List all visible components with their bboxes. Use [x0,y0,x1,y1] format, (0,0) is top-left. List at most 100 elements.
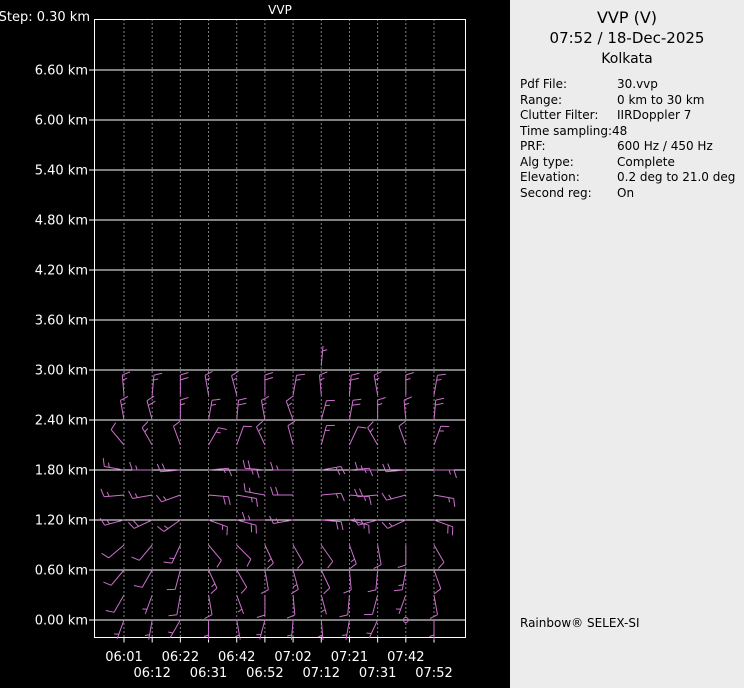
wind-barb [242,512,265,520]
site-name: Kolkata [510,51,744,67]
wind-barb [434,374,446,395]
info-row: Pdf File:30.vvp [520,77,744,93]
wind-barb [287,620,293,640]
wind-barb [129,491,153,498]
y-axis-label: 2.40 km [35,414,88,429]
y-axis-label: 1.20 km [35,514,88,529]
wind-barb [100,518,124,525]
wind-barb [430,595,437,619]
wind-barb [318,620,323,640]
info-value: 30.vvp [617,77,744,93]
wind-barb [209,545,222,567]
wind-barb [382,520,406,528]
wind-barb [257,595,265,618]
wind-barb [265,545,273,569]
wind-barb [321,493,344,501]
wind-barb [174,421,181,445]
wind-barb [399,421,406,445]
wind-barb [378,398,386,421]
wind-barb [321,400,335,420]
wind-barb [349,373,359,395]
wind-barb [406,373,414,396]
wind-barb [374,371,381,395]
wind-barb [321,467,345,475]
wind-barb [237,470,259,478]
wind-barb [349,520,369,534]
wind-barb [368,570,378,592]
wind-barb [320,372,328,395]
x-axis-label: 07:21 [331,650,368,665]
wind-barb [434,426,449,445]
y-axis-label: 1.80 km [35,464,88,479]
wind-barb [434,545,444,568]
y-axis-label: 6.60 km [35,64,88,79]
wind-barb [102,545,124,558]
info-label: PRF: [520,139,617,155]
y-axis-label: 3.00 km [35,364,88,379]
wind-barb [287,595,295,618]
wind-barb [434,470,457,478]
wind-barb [321,570,329,594]
x-axis-label: 07:52 [415,666,452,681]
x-axis-label: 07:12 [303,666,340,681]
info-value: IIRDoppler 7 [617,108,744,124]
wind-barb [157,520,180,531]
wind-barb [130,462,153,470]
info-label: Elevation: [520,170,617,186]
wind-barb [237,426,252,445]
wind-barb [265,373,273,396]
wind-barb [237,545,251,567]
wind-barb [142,595,152,614]
wind-barb [321,545,332,568]
x-axis-label: 07:02 [274,650,311,665]
wind-barb [349,427,366,445]
info-row: Range:0 km to 30 km [520,93,744,109]
product-info-list: Pdf File:30.vvpRange:0 km to 30 kmClutte… [520,77,744,201]
wind-barb [434,520,453,535]
info-value: On [617,186,744,202]
wind-barb [232,371,239,395]
vvp-product-window: 6.60 km6.00 km5.40 km4.80 km4.20 km3.60 … [0,0,744,688]
wind-barb [106,595,124,612]
wind-barb [101,489,124,497]
wind-barb [349,399,361,420]
wind-barb [237,595,244,614]
wind-barb [209,468,232,476]
step-label: Step: 0.30 km [0,10,90,25]
wind-barb [147,396,155,420]
info-label: Range: [520,93,617,109]
wind-profile-plot: 6.60 km6.00 km5.40 km4.80 km4.20 km3.60 … [0,0,510,688]
wind-barb [368,422,378,445]
wind-barb [367,620,378,638]
wind-barb [383,464,406,472]
x-axis-label: 06:52 [246,666,283,681]
info-value: 0.2 deg to 21.0 deg [617,170,744,186]
wind-barb [142,422,152,445]
x-axis-label: 06:22 [162,650,199,665]
wind-barb [103,570,124,585]
wind-barb [256,421,264,445]
wind-barb [205,371,212,395]
x-axis-label: 07:42 [387,650,424,665]
wind-barb [103,458,124,470]
product-datetime: 07:52 / 18-Dec-2025 [510,29,744,47]
wind-barb [342,620,349,640]
wind-barb [132,545,153,560]
wind-barb [321,595,326,614]
wind-barb [374,545,381,569]
info-row: Alg type:Complete [520,155,744,171]
x-axis-label: 06:12 [133,666,170,681]
wind-barb [152,373,162,395]
x-axis-label: 06:31 [190,666,227,681]
wind-barb [209,428,227,445]
wind-barb [111,423,124,445]
wind-barb [205,595,212,619]
info-row: Clutter Filter:IIRDoppler 7 [520,108,744,124]
info-value: 0 km to 30 km [617,93,744,109]
wind-barb [134,570,152,587]
wind-barb [180,398,188,421]
info-row: Second reg:On [520,186,744,202]
wind-barb [256,620,265,639]
y-axis-label: 6.00 km [35,114,88,129]
wind-barb [343,570,351,593]
